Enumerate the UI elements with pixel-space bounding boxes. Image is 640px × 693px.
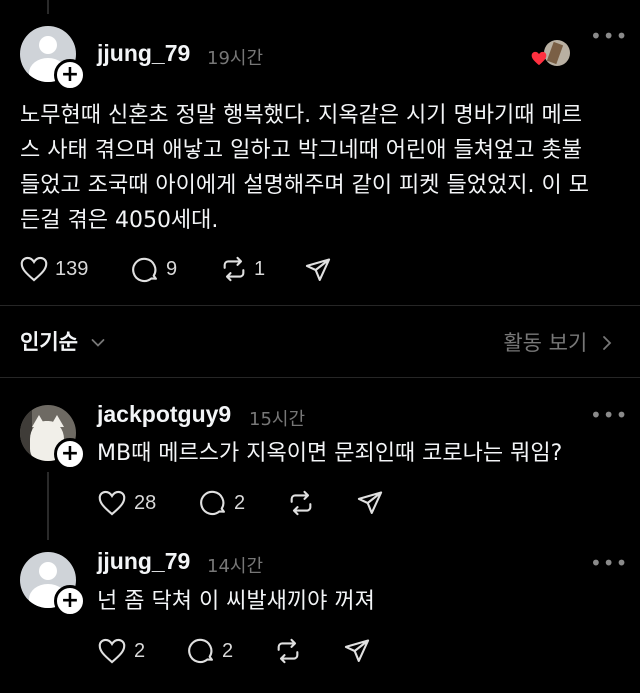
reply-count: 2 <box>234 492 246 514</box>
more-icon[interactable]: ••• <box>590 551 628 575</box>
sort-dropdown[interactable]: 인기순 <box>20 326 105 356</box>
view-activity-link[interactable]: 활동 보기 <box>503 327 612 357</box>
comment-icon[interactable] <box>188 637 216 665</box>
follow-plus-icon[interactable]: + <box>54 585 86 617</box>
comment-icon[interactable] <box>200 489 228 517</box>
more-icon[interactable]: ••• <box>590 403 628 427</box>
share-icon[interactable] <box>343 637 371 665</box>
heart-badge-icon <box>531 51 547 66</box>
liked-by-avatar[interactable] <box>544 40 570 66</box>
reply-count: 9 <box>166 258 178 280</box>
heart-icon[interactable] <box>98 490 126 516</box>
reply-time: 14시간 <box>207 556 264 577</box>
repost-icon[interactable] <box>220 255 248 283</box>
thread-line-top <box>47 0 49 14</box>
post-text-line-4: 든걸 겪은 4050세대. <box>20 208 219 233</box>
post-text-line-1: 노무현때 신혼초 정말 행복했다. 지옥같은 시기 명바기때 메르 <box>20 103 582 128</box>
follow-plus-icon[interactable]: + <box>54 59 86 91</box>
post-time: 19시간 <box>207 48 264 69</box>
reply-username[interactable]: jackpotguy9 <box>97 401 231 428</box>
like-count: 28 <box>134 492 157 514</box>
reply-text: 넌 좀 닥쳐 이 씨발새끼야 꺼져 <box>97 589 375 614</box>
reply-username[interactable]: jjung_79 <box>97 548 190 575</box>
like-count: 2 <box>134 640 146 662</box>
reply-time: 15시간 <box>249 409 306 430</box>
comment-icon[interactable] <box>132 256 160 284</box>
reply-text: MB때 메르스가 지옥이면 문죄인때 코로나는 뭐임? <box>97 441 563 466</box>
repost-icon[interactable] <box>274 637 302 665</box>
repost-count: 1 <box>254 258 266 280</box>
thread-line <box>47 472 49 540</box>
post-text-line-3: 들었고 조국때 아이에게 설명해주며 같이 피켓 들었었지. 이 모 <box>20 173 589 198</box>
like-count: 139 <box>55 258 89 280</box>
heart-icon[interactable] <box>98 638 126 664</box>
chevron-right-icon <box>603 336 612 350</box>
heart-icon[interactable] <box>20 256 48 282</box>
post-text-line-2: 스 사태 겪으며 애낳고 일하고 박그네때 어린애 들쳐엎고 촛불 <box>20 138 582 163</box>
sort-label: 인기순 <box>20 330 78 354</box>
divider <box>0 377 640 378</box>
share-icon[interactable] <box>304 256 332 284</box>
repost-icon[interactable] <box>287 489 315 517</box>
follow-plus-icon[interactable]: + <box>54 438 86 470</box>
post-username[interactable]: jjung_79 <box>97 40 190 67</box>
reply-count: 2 <box>222 640 234 662</box>
divider <box>0 305 640 306</box>
share-icon[interactable] <box>356 489 384 517</box>
chevron-down-icon <box>91 339 105 347</box>
more-icon[interactable]: ••• <box>590 24 628 48</box>
view-activity-label: 활동 보기 <box>503 331 588 355</box>
